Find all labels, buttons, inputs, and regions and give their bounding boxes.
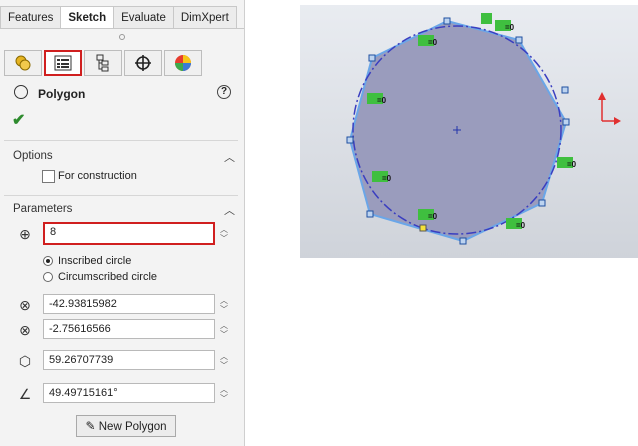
appearance-icon (175, 55, 191, 71)
feature-manager-tab[interactable] (4, 50, 42, 76)
polygon-pencil-icon: ✎ (85, 419, 96, 433)
sketch-canvas[interactable]: =0 =0 =0 =0 =0 =0 =0 (300, 5, 638, 258)
center-x-spinner[interactable]: ︿ ﹀ (219, 296, 229, 314)
view-triad-icon (598, 92, 621, 125)
inscribed-circle-label: Inscribed circle (58, 255, 132, 267)
octagon-sketch[interactable] (348, 19, 568, 243)
inscribed-circle-radio[interactable] (43, 256, 53, 266)
polygon-icon (14, 85, 28, 99)
center-x-input[interactable]: -42.93815982 (43, 294, 215, 314)
relation-label: =0 (428, 38, 438, 47)
dimxpert-manager-tab[interactable] (124, 50, 162, 76)
relation-label: =0 (516, 221, 526, 230)
manager-icon-row (4, 50, 204, 78)
property-manager-tab[interactable] (44, 50, 82, 76)
relation-label: =0 (382, 174, 392, 183)
circumscribed-circle-radio[interactable] (43, 272, 53, 282)
parameters-section-title: Parameters (13, 203, 73, 215)
panel-grip-icon[interactable] (119, 34, 125, 40)
options-section-title: Options (13, 150, 53, 162)
feature-tree-icon (15, 55, 31, 71)
ok-checkmark-icon[interactable]: ✔ (12, 110, 25, 130)
display-manager-tab[interactable] (164, 50, 202, 76)
property-list-icon (54, 55, 72, 71)
circle-diameter-icon: ⬡ (18, 353, 32, 369)
chevron-up-icon[interactable]: ︿ (224, 202, 235, 218)
tab-sketch[interactable]: Sketch (60, 6, 115, 28)
divider (4, 140, 238, 141)
number-of-sides-icon: ⊕ (19, 226, 31, 242)
diameter-input[interactable]: 59.26707739 (43, 350, 215, 370)
diameter-spinner[interactable]: ︿ ﹀ (219, 352, 229, 370)
command-tabs: Features Sketch Evaluate DimXpert (0, 6, 244, 28)
property-manager-panel: Features Sketch Evaluate DimXpert Polygo… (0, 0, 245, 446)
tab-divider (0, 28, 244, 29)
new-polygon-label: New Polygon (98, 421, 167, 433)
tab-dimxpert[interactable]: DimXpert (172, 6, 237, 28)
help-icon[interactable]: ? (217, 85, 231, 99)
for-construction-label: For construction (58, 170, 137, 182)
angle-icon: ∠ (18, 386, 32, 402)
configuration-icon (96, 54, 109, 72)
graphics-viewport[interactable]: =0 =0 =0 =0 =0 =0 =0 (300, 5, 638, 258)
relation-label: =0 (567, 160, 577, 169)
feature-title: Polygon (38, 87, 86, 101)
center-y-input[interactable]: -2.75616566 (43, 319, 215, 339)
sides-spinner[interactable]: ︿ ﹀ (219, 225, 229, 243)
tab-features[interactable]: Features (0, 6, 62, 28)
for-construction-checkbox[interactable] (42, 170, 55, 183)
new-polygon-button[interactable]: ✎ New Polygon (76, 415, 176, 437)
relation-label: =0 (505, 23, 515, 32)
divider (4, 195, 238, 196)
circumscribed-circle-label: Circumscribed circle (58, 271, 158, 283)
selected-midpoint-handle[interactable] (419, 224, 427, 232)
relation-label: =0 (377, 96, 387, 105)
configuration-manager-tab[interactable] (84, 50, 122, 76)
crosshair-icon (135, 55, 151, 71)
angle-spinner[interactable]: ︿ ﹀ (219, 385, 229, 403)
center-y-spinner[interactable]: ︿ ﹀ (219, 321, 229, 339)
center-x-icon: ⊗ (19, 297, 31, 313)
center-y-icon: ⊗ (19, 322, 31, 338)
number-of-sides-input[interactable]: 8 (43, 222, 215, 245)
relation-label: =0 (428, 212, 438, 221)
angle-input[interactable]: 49.49715161° (43, 383, 215, 403)
tab-evaluate[interactable]: Evaluate (113, 6, 174, 28)
chevron-up-icon[interactable]: ︿ (224, 149, 235, 165)
